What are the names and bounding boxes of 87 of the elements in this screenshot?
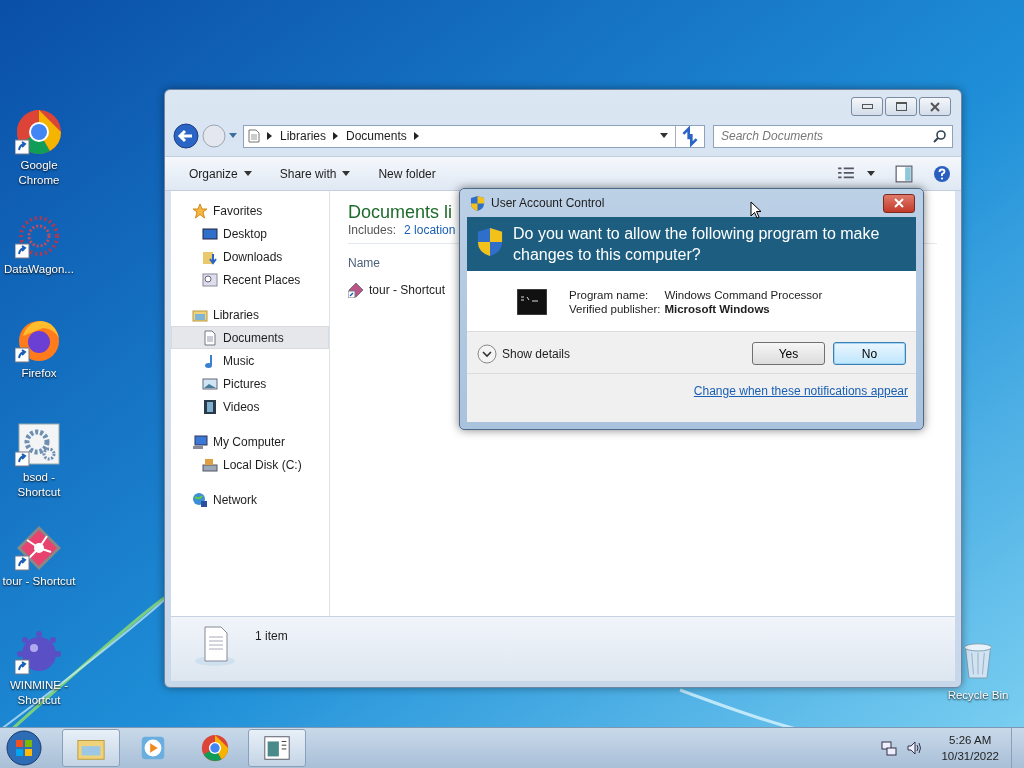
speaker-icon[interactable] <box>907 740 924 756</box>
field-value: Microsoft Windows <box>664 303 771 315</box>
mouse-pointer-icon <box>750 201 762 219</box>
nav-item[interactable]: Network <box>171 488 329 511</box>
show-details-button[interactable]: Show details <box>477 343 571 364</box>
nav-item[interactable]: Libraries <box>171 303 329 326</box>
nav-item[interactable]: Favorites <box>171 199 329 222</box>
document-icon <box>202 329 218 346</box>
search-icon <box>933 128 947 143</box>
minimize-button[interactable] <box>851 97 883 116</box>
library-title: Documents li <box>348 201 453 223</box>
expand-icon <box>477 343 497 364</box>
nav-item[interactable]: Pictures <box>171 372 329 395</box>
network-icon[interactable] <box>881 740 898 756</box>
nav-item[interactable]: Music <box>171 349 329 372</box>
document-icon <box>193 623 237 667</box>
diamond-icon[interactable] <box>15 524 63 572</box>
chevron-icon[interactable] <box>267 132 273 140</box>
start-button[interactable] <box>6 730 42 766</box>
includes-label: Includes: <box>348 223 397 237</box>
nav-item[interactable]: Desktop <box>171 222 329 245</box>
icon-label: tour - Shortcut <box>1 574 77 589</box>
monitor-icon <box>202 225 218 242</box>
caret-icon <box>342 171 351 176</box>
icon-label: Recycle Bin <box>946 688 1010 703</box>
dialog-button[interactable]: No <box>833 342 906 365</box>
chevron-icon[interactable] <box>333 132 340 140</box>
shield-icon <box>477 227 503 257</box>
browser-logo-icon[interactable] <box>15 108 63 156</box>
close-button[interactable] <box>883 193 915 213</box>
dialog-title: User Account Control <box>491 196 605 210</box>
preview-pane-icon[interactable] <box>895 164 913 183</box>
breadcrumb[interactable]: Libraries <box>280 129 327 143</box>
clock-folder-icon <box>202 271 218 288</box>
icon-label: DataWagon... <box>3 262 75 277</box>
dialog-button[interactable]: Yes <box>752 342 825 365</box>
toolbar-button[interactable]: New folder <box>370 163 444 184</box>
nav-item[interactable]: Documents <box>171 326 329 349</box>
column-header[interactable]: Name <box>348 256 380 270</box>
toolbar-button[interactable]: Organize <box>181 163 260 184</box>
recent-pages-caret-icon[interactable] <box>229 133 237 139</box>
icon-label: Firefox <box>20 366 58 381</box>
shield-icon <box>470 194 485 212</box>
field-label: Program name: <box>569 289 650 301</box>
shortcut-icon <box>348 282 364 298</box>
close-icon <box>930 101 940 112</box>
field-value: Windows Command Processor <box>664 289 823 301</box>
help-icon[interactable] <box>933 164 951 183</box>
breadcrumb[interactable]: Documents <box>346 129 407 143</box>
browser-logo-icon <box>200 733 230 763</box>
item-count: 1 item <box>255 629 288 643</box>
window-icon <box>262 733 292 763</box>
image-icon <box>202 375 218 392</box>
nav-item[interactable]: Recent Places <box>171 268 329 291</box>
clock[interactable]: 5:26 AM 10/31/2022 <box>941 732 999 764</box>
nav-item[interactable]: Videos <box>171 395 329 418</box>
locations-link[interactable]: 2 location <box>404 223 456 237</box>
gears-icon[interactable] <box>15 420 63 468</box>
toolbar-button[interactable]: Share with <box>271 163 359 184</box>
file-item[interactable]: tour - Shortcut <box>348 282 446 298</box>
caret-icon <box>243 171 252 176</box>
address-bar[interactable]: Libraries Documents <box>243 124 705 148</box>
icon-label: Google Chrome <box>17 158 61 188</box>
field-label: Verified publisher: <box>569 303 661 315</box>
dialog-question: Do you want to allow the following program to make changes to this computer? <box>513 224 881 265</box>
icon-label: bsod - Shortcut <box>16 470 62 500</box>
mine-icon[interactable] <box>15 628 63 676</box>
nav-item[interactable]: Downloads <box>171 245 329 268</box>
document-icon <box>248 129 260 143</box>
caret-icon[interactable] <box>867 171 875 176</box>
back-button[interactable] <box>173 123 199 149</box>
close-icon <box>894 198 904 208</box>
search-field[interactable]: Search Documents <box>713 124 953 148</box>
film-icon <box>202 398 218 415</box>
globe-icon <box>192 491 208 508</box>
drive-icon <box>202 456 218 473</box>
monitor-icon <box>192 433 208 450</box>
chevron-icon[interactable] <box>413 132 420 140</box>
dropdown-caret-icon[interactable] <box>660 133 668 139</box>
maximize-button[interactable] <box>885 97 917 116</box>
notifications-link[interactable]: Change when these notifications appear <box>693 384 908 398</box>
close-button[interactable] <box>919 97 951 116</box>
terminal-icon <box>517 289 547 315</box>
taskbar-button[interactable] <box>248 729 306 767</box>
nav-item[interactable]: My Computer <box>171 430 329 453</box>
star-icon <box>192 202 208 219</box>
nav-item[interactable]: Local Disk (C:) <box>171 453 329 476</box>
